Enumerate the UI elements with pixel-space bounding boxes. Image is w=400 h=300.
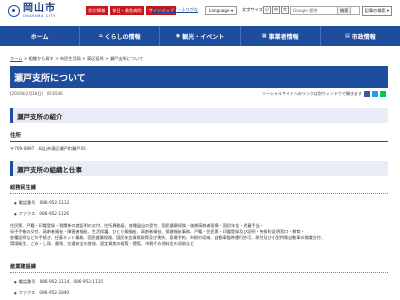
text-size-label: 文字サイズ [242,7,263,12]
nav-business[interactable]: ▦ 事業者情報 [241,26,321,46]
house-icon: ⌂ [99,33,103,39]
social-share: ソーシャルサイトへのリンクは別ウィンドウで開きます [262,91,386,97]
global-nav: ホーム ⌂ くらしの情報 ◉ 観光・イベント ▦ 事業者情報 ▤ 市政情報 [0,26,400,46]
nav-home-label: ホーム [30,33,49,41]
article-search-button[interactable]: 記事の検索 ▾ [361,5,392,16]
industry-construction-heading: 産業建設課 [10,263,388,273]
logo-japanese: 岡山市 [23,3,56,14]
breadcrumb-home-link[interactable]: ホーム [10,56,22,61]
nav-living-label: くらしの情報 [104,33,141,41]
organization-heading: 瀬戸支所の組織と仕事 [10,161,388,176]
nav-living[interactable]: ⌂ くらしの情報 [80,26,161,46]
city-seal-icon [8,5,20,18]
twitter-icon[interactable] [371,91,378,97]
intro-heading: 瀬戸支所の紹介 [10,108,388,123]
address-text: 〒709-0897 岡山市東区瀬戸町瀬戸45 [10,146,86,151]
general-affairs-heading: 総務民生課 [10,184,388,194]
line-icon[interactable] [379,91,386,97]
emergency-hospital-button[interactable]: 休日・救急病院 [109,6,145,15]
industry-construction-fax: ファクス 086-952-2840 [14,290,69,296]
nav-city-government-label: 市政情報 [351,33,376,41]
text-size-small-button[interactable]: 小 [263,5,271,14]
logo-english: OKAYAMA CITY [23,14,56,18]
read-aloud-link[interactable]: 音声読み上げ・ふりがな [152,7,198,13]
disaster-info-button[interactable]: 防災情報 [86,6,108,15]
site-logo[interactable]: 岡山市 OKAYAMA CITY [8,4,56,19]
facebook-icon[interactable] [363,91,370,97]
address-heading: 住所 [10,131,388,142]
search-button[interactable]: 検索 [337,6,352,15]
camera-icon: ◉ [175,33,181,39]
text-size-large-button[interactable]: 大 [281,5,289,14]
general-affairs-phone: 電話番号 086-952-1112 [14,200,70,206]
building-icon: ▦ [261,33,267,39]
social-share-note: ソーシャルサイトへのリンクは別ウィンドウで開きます [262,91,362,96]
duties-line: 環境衛生、ごみ・し尿、墓地、交通安全の啓発、固定資産の縦覧・閲覧、市税その他料金… [10,240,195,246]
breadcrumb-trail: > 組織から探す > 市民生活局 > 東区役所 > 瀬戸支所について [23,56,144,61]
breadcrumb: ホーム > 組織から探す > 市民生活局 > 東区役所 > 瀬戸支所について [10,56,143,62]
google-search-label: Google 提供 [293,7,318,13]
industry-construction-phone: 電話番号 086-952-1114、086-952-1115 [14,279,103,285]
nav-home[interactable]: ホーム [0,26,81,46]
general-affairs-duties: 住民票、戸籍・印鑑登録・税関係の諸証明の交付、住所異動届、各種届出の受付、国民健… [10,223,390,247]
site-header: 岡山市 OKAYAMA CITY 防災情報 休日・救急病院 サイトマップ 音声読… [0,0,400,26]
page-title: 瀬戸支所について [10,66,388,88]
nav-city-government[interactable]: ▤ 市政情報 [321,26,400,46]
document-icon: ▤ [345,33,350,39]
general-affairs-fax: ファクス 086-952-1126 [14,211,69,217]
nav-business-label: 事業者情報 [268,33,299,41]
nav-tourism[interactable]: ◉ 観光・イベント [160,26,241,46]
language-select[interactable]: Language ▾ [205,6,238,15]
text-size-medium-button[interactable]: 中 [272,5,280,14]
page-meta: [2016年2月18日] ID:6546 [10,91,63,96]
nav-tourism-label: 観光・イベント [182,33,225,41]
